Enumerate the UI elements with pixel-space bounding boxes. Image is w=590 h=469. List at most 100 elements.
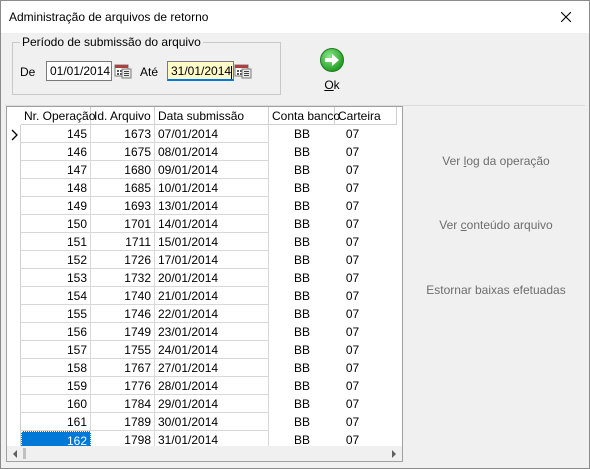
scroll-thumb[interactable]: [23, 448, 26, 459]
nr-operacao-cell[interactable]: 154: [21, 287, 91, 305]
conta-banco-cell[interactable]: BB: [269, 395, 335, 413]
nr-operacao-cell[interactable]: 158: [21, 359, 91, 377]
data-submissao-cell[interactable]: 28/01/2014: [155, 377, 269, 395]
nr-operacao-cell[interactable]: 146: [21, 143, 91, 161]
carteira-cell[interactable]: 07: [335, 287, 397, 305]
view-log-button[interactable]: Ver log da operação: [403, 154, 589, 168]
carteira-cell[interactable]: 07: [335, 323, 397, 341]
id-arquivo-cell[interactable]: 1755: [91, 341, 155, 359]
operations-grid[interactable]: Nr. Operação Id. Arquivo Data submissão Con…: [6, 106, 403, 462]
nr-operacao-cell[interactable]: 149: [21, 197, 91, 215]
conta-banco-cell[interactable]: BB: [269, 377, 335, 395]
carteira-cell[interactable]: 07: [335, 251, 397, 269]
id-arquivo-cell[interactable]: 1776: [91, 377, 155, 395]
to-date-field[interactable]: 31/01/2014: [167, 61, 234, 81]
id-arquivo-cell[interactable]: 1789: [91, 413, 155, 431]
id-arquivo-cell[interactable]: 1732: [91, 269, 155, 287]
data-submissao-cell[interactable]: 30/01/2014: [155, 413, 269, 431]
table-row[interactable]: 147 1680 09/01/2014 BB 07: [21, 161, 402, 179]
conta-banco-cell[interactable]: BB: [269, 197, 335, 215]
id-arquivo-cell[interactable]: 1680: [91, 161, 155, 179]
carteira-cell[interactable]: 07: [335, 215, 397, 233]
nr-operacao-cell[interactable]: 147: [21, 161, 91, 179]
from-calendar-button[interactable]: [114, 62, 132, 80]
table-row[interactable]: 152 1726 17/01/2014 BB 07: [21, 251, 402, 269]
to-calendar-button[interactable]: [234, 62, 252, 80]
table-row[interactable]: 156 1749 23/01/2014 BB 07: [21, 323, 402, 341]
data-submissao-cell[interactable]: 15/01/2014: [155, 233, 269, 251]
view-file-content-button[interactable]: Ver conteúdo arquivo: [403, 218, 589, 232]
data-submissao-cell[interactable]: 07/01/2014: [155, 125, 269, 143]
table-row[interactable]: 158 1767 27/01/2014 BB 07: [21, 359, 402, 377]
carteira-cell[interactable]: 07: [335, 233, 397, 251]
from-date-field[interactable]: 01/01/2014: [46, 61, 112, 81]
table-row[interactable]: 148 1685 10/01/2014 BB 07: [21, 179, 402, 197]
conta-banco-cell[interactable]: BB: [269, 323, 335, 341]
id-arquivo-cell[interactable]: 1675: [91, 143, 155, 161]
id-arquivo-cell[interactable]: 1740: [91, 287, 155, 305]
id-arquivo-cell[interactable]: 1767: [91, 359, 155, 377]
conta-banco-cell[interactable]: BB: [269, 125, 335, 143]
table-row[interactable]: 150 1701 14/01/2014 BB 07: [21, 215, 402, 233]
nr-operacao-cell[interactable]: 150: [21, 215, 91, 233]
data-submissao-cell[interactable]: 22/01/2014: [155, 305, 269, 323]
carteira-cell[interactable]: 07: [335, 395, 397, 413]
data-submissao-cell[interactable]: 10/01/2014: [155, 179, 269, 197]
conta-banco-cell[interactable]: BB: [269, 287, 335, 305]
data-submissao-cell[interactable]: 08/01/2014: [155, 143, 269, 161]
ok-button[interactable]: Ok: [314, 47, 350, 93]
table-row[interactable]: 149 1693 13/01/2014 BB 07: [21, 197, 402, 215]
id-arquivo-cell[interactable]: 1673: [91, 125, 155, 143]
header-data-submissao[interactable]: Data submissão: [155, 107, 269, 125]
table-row[interactable]: 151 1711 15/01/2014 BB 07: [21, 233, 402, 251]
data-submissao-cell[interactable]: 23/01/2014: [155, 323, 269, 341]
table-row[interactable]: 157 1755 24/01/2014 BB 07: [21, 341, 402, 359]
carteira-cell[interactable]: 07: [335, 161, 397, 179]
conta-banco-cell[interactable]: BB: [269, 341, 335, 359]
data-submissao-cell[interactable]: 20/01/2014: [155, 269, 269, 287]
carteira-cell[interactable]: 07: [335, 413, 397, 431]
table-row[interactable]: 145 1673 07/01/2014 BB 07: [21, 125, 402, 143]
conta-banco-cell[interactable]: BB: [269, 305, 335, 323]
nr-operacao-cell[interactable]: 159: [21, 377, 91, 395]
table-row[interactable]: 146 1675 08/01/2014 BB 07: [21, 143, 402, 161]
table-row[interactable]: 154 1740 21/01/2014 BB 07: [21, 287, 402, 305]
nr-operacao-cell[interactable]: 148: [21, 179, 91, 197]
data-submissao-cell[interactable]: 13/01/2014: [155, 197, 269, 215]
data-submissao-cell[interactable]: 17/01/2014: [155, 251, 269, 269]
data-submissao-cell[interactable]: 14/01/2014: [155, 215, 269, 233]
horizontal-scrollbar[interactable]: [7, 446, 402, 461]
conta-banco-cell[interactable]: BB: [269, 413, 335, 431]
conta-banco-cell[interactable]: BB: [269, 269, 335, 287]
conta-banco-cell[interactable]: BB: [269, 251, 335, 269]
nr-operacao-cell[interactable]: 157: [21, 341, 91, 359]
nr-operacao-cell[interactable]: 161: [21, 413, 91, 431]
id-arquivo-cell[interactable]: 1701: [91, 215, 155, 233]
conta-banco-cell[interactable]: BB: [269, 215, 335, 233]
table-row[interactable]: 160 1784 29/01/2014 BB 07: [21, 395, 402, 413]
table-row[interactable]: 153 1732 20/01/2014 BB 07: [21, 269, 402, 287]
table-row[interactable]: 161 1789 30/01/2014 BB 07: [21, 413, 402, 431]
data-submissao-cell[interactable]: 24/01/2014: [155, 341, 269, 359]
conta-banco-cell[interactable]: BB: [269, 233, 335, 251]
conta-banco-cell[interactable]: BB: [269, 179, 335, 197]
header-id-arquivo[interactable]: Id. Arquivo: [91, 107, 155, 125]
conta-banco-cell[interactable]: BB: [269, 143, 335, 161]
table-row[interactable]: 159 1776 28/01/2014 BB 07: [21, 377, 402, 395]
nr-operacao-cell[interactable]: 155: [21, 305, 91, 323]
id-arquivo-cell[interactable]: 1784: [91, 395, 155, 413]
carteira-cell[interactable]: 07: [335, 125, 397, 143]
id-arquivo-cell[interactable]: 1685: [91, 179, 155, 197]
id-arquivo-cell[interactable]: 1746: [91, 305, 155, 323]
id-arquivo-cell[interactable]: 1726: [91, 251, 155, 269]
header-conta-banco[interactable]: Conta banco: [269, 107, 340, 125]
id-arquivo-cell[interactable]: 1749: [91, 323, 155, 341]
nr-operacao-cell[interactable]: 152: [21, 251, 91, 269]
nr-operacao-cell[interactable]: 145: [21, 125, 91, 143]
data-submissao-cell[interactable]: 29/01/2014: [155, 395, 269, 413]
close-button[interactable]: [543, 1, 589, 33]
carteira-cell[interactable]: 07: [335, 305, 397, 323]
carteira-cell[interactable]: 07: [335, 179, 397, 197]
header-nr-operacao[interactable]: Nr. Operação: [21, 107, 95, 125]
id-arquivo-cell[interactable]: 1711: [91, 233, 155, 251]
